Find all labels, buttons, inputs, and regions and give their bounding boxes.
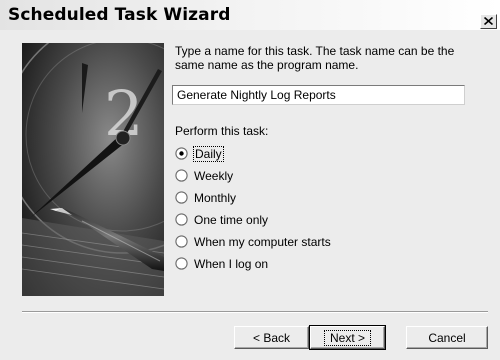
radio-icon[interactable] bbox=[175, 257, 188, 270]
task-name-input[interactable] bbox=[172, 85, 465, 105]
button-divider bbox=[22, 311, 488, 313]
cancel-button[interactable]: Cancel bbox=[406, 326, 488, 349]
radio-icon[interactable] bbox=[175, 191, 188, 204]
task-name-prompt: Type a name for this task. The task name… bbox=[175, 44, 455, 72]
back-button[interactable]: < Back bbox=[234, 326, 309, 349]
title-bar[interactable]: Scheduled Task Wizard bbox=[0, 0, 500, 30]
next-button[interactable]: Next > bbox=[309, 325, 386, 350]
option-label: One time only bbox=[194, 213, 269, 227]
option-label: When I log on bbox=[194, 257, 269, 271]
perform-task-label: Perform this task: bbox=[175, 124, 269, 138]
next-button-label: Next > bbox=[323, 329, 371, 346]
radio-selected-icon[interactable] bbox=[175, 147, 188, 160]
wizard-illustration: 2 bbox=[22, 43, 164, 296]
option-label: Weekly bbox=[194, 169, 234, 183]
radio-icon[interactable] bbox=[175, 235, 188, 248]
close-x-icon bbox=[484, 17, 493, 25]
wizard-window: Scheduled Task Wizard 2 Type a name for … bbox=[0, 0, 500, 360]
option-label: Monthly bbox=[194, 191, 237, 205]
radio-icon[interactable] bbox=[175, 169, 188, 182]
option-label: Daily bbox=[193, 146, 224, 162]
close-button[interactable] bbox=[480, 14, 497, 29]
option-label: When my computer starts bbox=[194, 235, 331, 249]
radio-icon[interactable] bbox=[175, 213, 188, 226]
window-title: Scheduled Task Wizard bbox=[8, 5, 231, 25]
